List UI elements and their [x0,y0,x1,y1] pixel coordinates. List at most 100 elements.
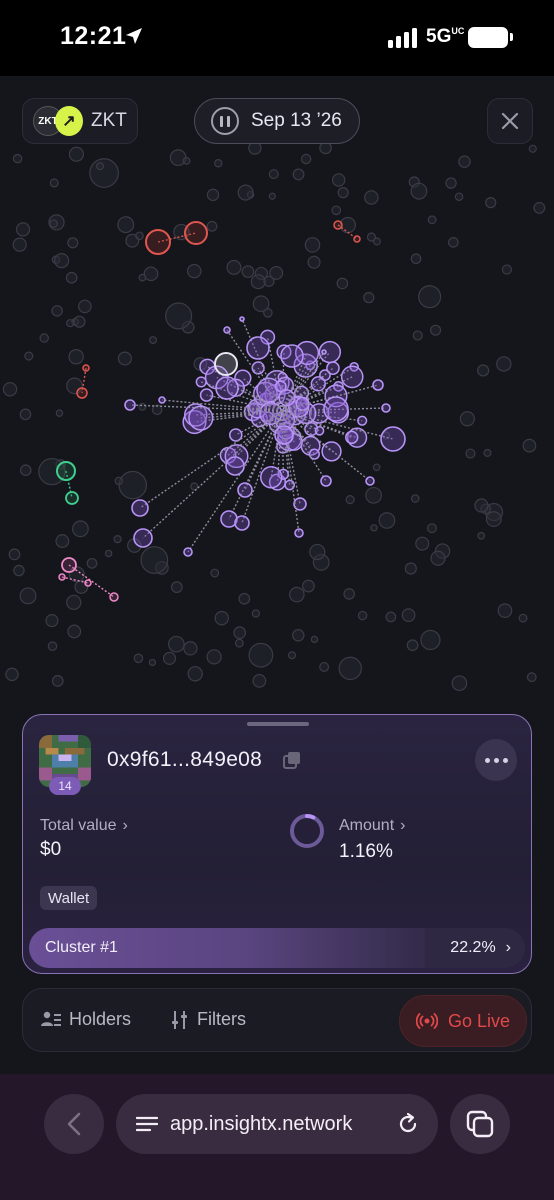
holder-node[interactable] [67,237,79,249]
holder-node[interactable] [206,649,222,665]
holder-node[interactable] [331,173,346,187]
holder-node[interactable] [496,356,512,372]
drag-handle[interactable] [247,722,309,726]
holder-node[interactable] [252,673,267,688]
cluster-node[interactable] [234,515,250,531]
holder-node[interactable] [113,535,122,544]
address-bar[interactable]: app.insightx.network [116,1094,438,1154]
holder-node[interactable] [117,216,135,234]
holder-node[interactable] [307,255,321,269]
holder-node[interactable] [8,548,21,561]
holder-node[interactable] [528,144,537,153]
holder-node[interactable] [426,523,437,534]
holder-node[interactable] [451,675,468,692]
cluster-node[interactable] [372,379,384,391]
holder-node[interactable] [19,587,37,605]
cluster-node[interactable] [365,476,375,486]
holder-node[interactable] [138,402,147,411]
holder-node[interactable] [345,495,355,505]
cluster-node[interactable] [124,399,136,411]
holder-node[interactable] [430,550,446,566]
cluster-node[interactable] [310,376,326,392]
holder-node[interactable] [2,382,18,397]
holder-node[interactable] [214,610,230,626]
holder-node[interactable] [190,482,199,491]
cluster-node[interactable] [321,349,327,355]
holder-node[interactable] [288,586,305,603]
holder-node[interactable] [331,205,342,216]
holder-node[interactable] [66,594,82,611]
cluster-node[interactable] [237,482,253,498]
cluster-node[interactable] [251,361,265,375]
cluster-node[interactable] [294,528,304,538]
cluster-node[interactable] [280,344,304,368]
cluster-node[interactable] [183,547,193,557]
holder-node[interactable] [485,196,497,209]
cluster-node[interactable] [321,441,342,462]
cluster-node[interactable] [340,365,364,389]
cluster-pink-node[interactable] [58,573,66,581]
cluster-node[interactable] [293,497,307,511]
holder-node[interactable] [385,611,397,623]
holder-node[interactable] [140,546,169,574]
holder-node[interactable] [518,613,528,623]
holder-node[interactable] [12,153,23,164]
holder-node[interactable] [214,159,223,168]
holder-node[interactable] [343,588,355,600]
holder-node[interactable] [13,564,25,577]
holder-node[interactable] [19,408,32,421]
holder-node[interactable] [47,641,58,651]
holder-node[interactable] [406,639,419,652]
holder-node[interactable] [309,543,326,561]
holder-node[interactable] [55,534,70,548]
holder-node[interactable] [445,177,457,189]
holder-node[interactable] [365,486,382,504]
selected-wallet-node[interactable] [214,352,238,376]
token-selector[interactable]: ZKT ↗ ZKT [22,98,138,144]
holder-node[interactable] [45,614,59,628]
holder-node[interactable] [51,675,64,687]
cluster-node[interactable] [246,336,270,360]
holder-node[interactable] [182,156,191,165]
holder-node[interactable] [522,438,537,453]
holder-node[interactable] [170,581,183,594]
holder-node[interactable] [104,549,113,558]
holder-node[interactable] [168,635,185,653]
holder-node[interactable] [483,448,492,457]
holder-node[interactable] [24,351,34,361]
holder-node[interactable] [319,661,330,672]
holder-node[interactable] [251,609,261,618]
cluster-node[interactable] [274,425,294,445]
holder-node[interactable] [89,158,119,188]
total-value-label[interactable]: Total value › [40,817,128,835]
holder-node[interactable] [418,285,442,309]
holder-node[interactable] [372,463,381,472]
reload-icon[interactable] [396,1112,420,1136]
cluster-red-node[interactable] [353,235,361,243]
holder-node[interactable] [415,536,430,551]
holder-node[interactable] [427,215,437,225]
holder-node[interactable] [66,319,75,328]
holder-node[interactable] [206,220,218,232]
holder-node[interactable] [420,629,441,651]
holder-node[interactable] [248,642,274,668]
holder-node[interactable] [138,273,147,282]
cluster-red-node[interactable] [76,387,88,399]
holder-node[interactable] [15,222,31,237]
holder-node[interactable] [459,411,475,427]
holder-node[interactable] [304,237,321,253]
holder-node[interactable] [454,192,464,202]
holder-node[interactable] [19,464,32,477]
holder-node[interactable] [148,658,157,667]
cluster-node[interactable] [229,428,243,442]
holder-node[interactable] [268,169,279,180]
holder-node[interactable] [458,155,471,168]
holder-node[interactable] [363,292,375,304]
cluster-red-node[interactable] [333,220,343,230]
cluster-green-node[interactable] [65,491,79,505]
holder-node[interactable] [39,333,49,343]
holder-node[interactable] [5,667,19,682]
cluster-node[interactable] [381,403,391,413]
holder-node[interactable] [477,364,490,377]
holder-node[interactable] [336,277,349,290]
